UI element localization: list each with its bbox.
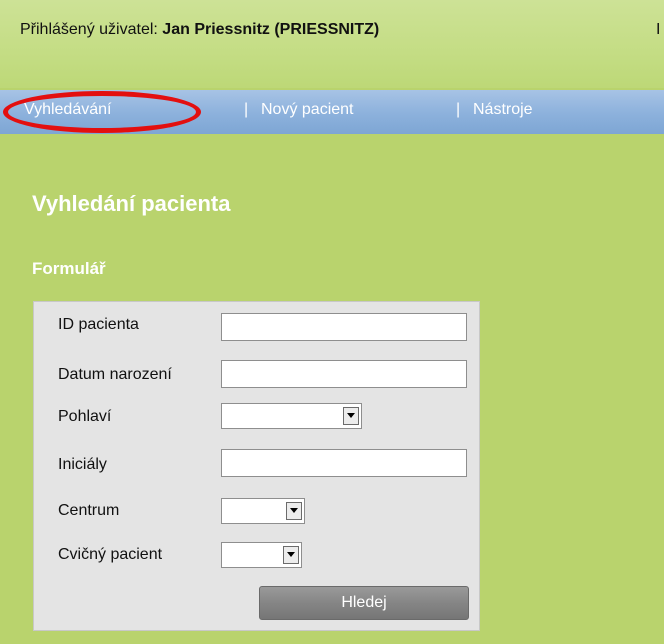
center-label: Centrum bbox=[58, 502, 120, 519]
search-button[interactable]: Hledej bbox=[259, 586, 469, 620]
practice-patient-label: Cvičný pacient bbox=[58, 546, 163, 563]
nav-item-search[interactable]: Vyhledávání bbox=[24, 101, 111, 119]
practice-patient-select[interactable] bbox=[221, 542, 302, 568]
user-label: Přihlášený uživatel: bbox=[20, 21, 158, 38]
chevron-down-icon[interactable] bbox=[286, 502, 302, 520]
nav-separator: | bbox=[244, 101, 249, 118]
search-form: ID pacienta Datum narození Pohlaví Inici… bbox=[33, 301, 480, 631]
initials-label: Iniciály bbox=[58, 456, 107, 473]
patient-id-input[interactable] bbox=[221, 313, 467, 341]
user-name: Jan Priessnitz (PRIESSNITZ) bbox=[162, 21, 380, 38]
section-title: Formulář bbox=[32, 259, 106, 278]
center-select[interactable] bbox=[221, 498, 305, 524]
top-header: Přihlášený uživatel: Jan Priessnitz (PRI… bbox=[0, 0, 664, 88]
nav-item-new-patient[interactable]: Nový pacient bbox=[261, 101, 354, 119]
page-title: Vyhledání pacienta bbox=[32, 191, 231, 216]
chevron-down-icon[interactable] bbox=[343, 407, 359, 425]
main-nav: Vyhledávání | Nový pacient | Nástroje bbox=[0, 90, 664, 134]
birth-date-label: Datum narození bbox=[58, 366, 172, 383]
sex-select[interactable] bbox=[221, 403, 362, 429]
chevron-down-icon[interactable] bbox=[283, 546, 299, 564]
patient-id-label: ID pacienta bbox=[58, 316, 139, 333]
sex-label: Pohlaví bbox=[58, 408, 112, 425]
nav-item-tools[interactable]: Nástroje bbox=[473, 101, 533, 119]
header-edge-glyph: I bbox=[656, 21, 661, 38]
birth-date-input[interactable] bbox=[221, 360, 467, 388]
initials-input[interactable] bbox=[221, 449, 467, 477]
logged-in-user: Přihlášený uživatel: Jan Priessnitz (PRI… bbox=[20, 21, 379, 39]
nav-separator: | bbox=[456, 101, 461, 118]
